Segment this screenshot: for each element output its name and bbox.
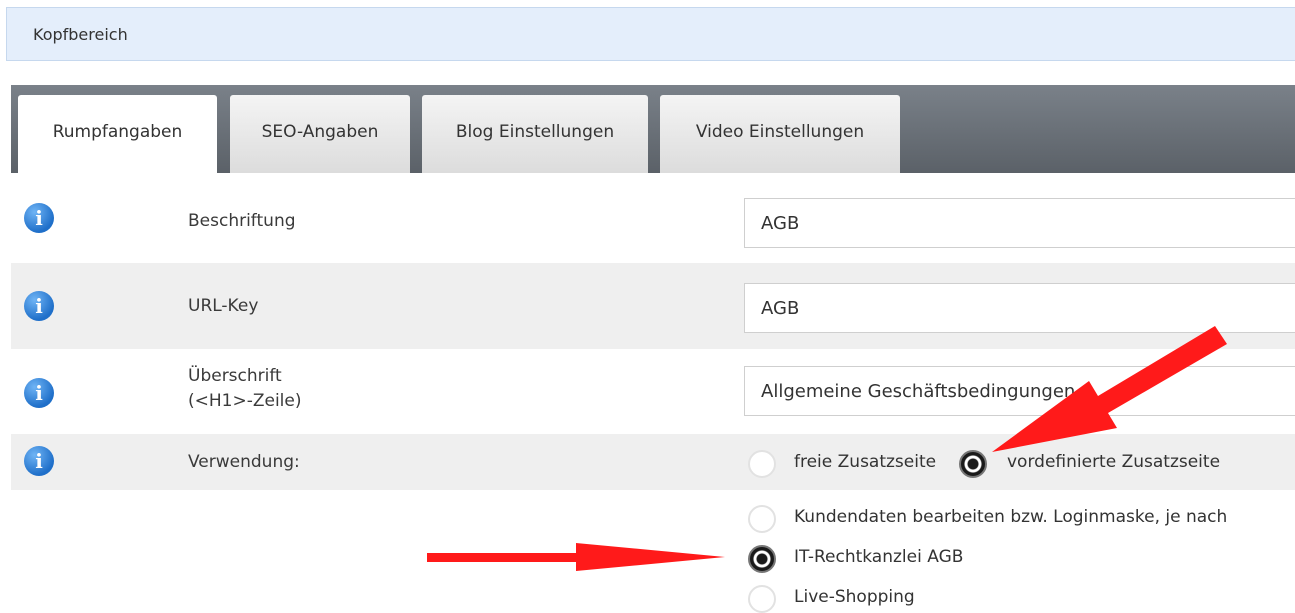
radio-freie-zusatzseite[interactable]	[748, 450, 776, 478]
url-key-input[interactable]	[744, 283, 1295, 333]
radio-freie-zusatzseite-label: freie Zusatzseite	[794, 452, 937, 472]
radio-kundendaten[interactable]	[748, 505, 776, 533]
header-title: Kopfbereich	[33, 25, 128, 44]
radio-live-shopping-label: Live-Shopping	[794, 587, 915, 607]
tab-video-einstellungen[interactable]: Video Einstellungen	[660, 95, 900, 173]
info-icon[interactable]: i	[24, 378, 54, 408]
radio-vordefinierte-zusatzseite[interactable]	[959, 450, 987, 478]
beschriftung-input[interactable]	[744, 198, 1295, 248]
arrow-to-it-rechtkanzlei-icon	[427, 543, 725, 571]
ueberschrift-label-line2: (<H1>-Zeile)	[188, 391, 302, 411]
tab-seo-angaben[interactable]: SEO-Angaben	[230, 95, 410, 173]
radio-live-shopping[interactable]	[748, 585, 776, 613]
tab-blog-einstellungen[interactable]: Blog Einstellungen	[422, 95, 648, 173]
header-section[interactable]: Kopfbereich	[6, 7, 1295, 61]
row-beschriftung: i Beschriftung	[11, 173, 1295, 261]
tab-bar: Rumpfangaben SEO-Angaben Blog Einstellun…	[11, 85, 1295, 173]
verwendung-label: Verwendung:	[188, 452, 300, 472]
url-key-label: URL-Key	[188, 296, 259, 316]
beschriftung-label: Beschriftung	[188, 211, 296, 231]
info-icon[interactable]: i	[24, 446, 54, 476]
radio-it-rechtkanzlei-agb-label: IT-Rechtkanzlei AGB	[794, 547, 964, 567]
ueberschrift-label: Überschrift (<H1>-Zeile)	[188, 364, 302, 414]
row-ueberschrift: i Überschrift (<H1>-Zeile)	[11, 350, 1295, 433]
row-url-key: i URL-Key	[11, 263, 1295, 349]
radio-it-rechtkanzlei-agb[interactable]	[748, 545, 776, 573]
ueberschrift-label-line1: Überschrift	[188, 366, 282, 386]
radio-vordefinierte-zusatzseite-label: vordefinierte Zusatzseite	[1007, 452, 1221, 472]
info-icon[interactable]: i	[24, 291, 54, 321]
radio-kundendaten-label: Kundendaten bearbeiten bzw. Loginmaske, …	[794, 507, 1228, 527]
ueberschrift-input[interactable]	[744, 366, 1295, 416]
tab-rumpfangaben[interactable]: Rumpfangaben	[18, 95, 217, 173]
info-icon[interactable]: i	[24, 203, 54, 233]
row-verwendung: i Verwendung: freie Zusatzseite vordefin…	[11, 434, 1295, 490]
